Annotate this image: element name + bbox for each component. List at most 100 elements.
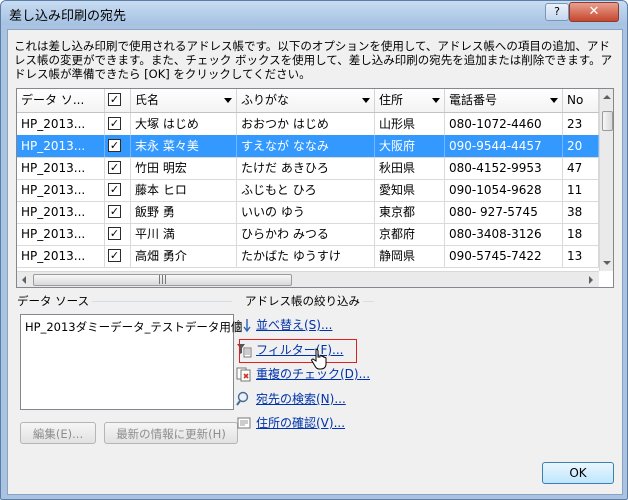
header-name[interactable]: 氏名 — [131, 89, 237, 112]
select-all-checkbox[interactable]: ✓ — [108, 93, 121, 106]
data-source-list[interactable]: HP_2013ダミーデータ_テストデータ用個 — [20, 314, 242, 410]
cell-address: 静岡県 — [375, 245, 445, 267]
edit-button[interactable]: 編集(E)... — [20, 422, 96, 444]
title-bar: 差し込み印刷の宛先 ? ✕ — [1, 1, 627, 25]
validate-address-link[interactable]: 住所の確認(V)... — [256, 413, 345, 433]
chevron-down-icon[interactable] — [224, 98, 232, 103]
sort-icon: A Z — [236, 319, 251, 333]
header-data-source[interactable]: データ ソ... — [17, 89, 105, 112]
recipients-grid[interactable]: データ ソ... ✓ 氏名 ふりがな 住所 電話番号 No HP_2013...… — [16, 88, 614, 288]
cell-name: 末永 菜々美 — [131, 135, 237, 157]
cell-no: 23 — [563, 113, 599, 135]
cell-furigana: おおつか はじめ — [237, 113, 375, 135]
cell-furigana: たけだ あきひろ — [237, 157, 375, 179]
header-phone[interactable]: 電話番号 — [445, 89, 563, 112]
recipient-checkbox[interactable]: ✓ — [108, 161, 121, 174]
refine-label: アドレス帳の絞り込み — [242, 293, 363, 309]
cell-address: 秋田県 — [375, 157, 445, 179]
cell-checkbox: ✓ — [105, 135, 131, 157]
help-button[interactable]: ? — [545, 3, 569, 21]
scroll-up-icon[interactable] — [603, 95, 611, 99]
find-recipient-link[interactable]: 宛先の検索(N)... — [256, 389, 346, 409]
sort-link[interactable]: 並べ替え(S)... — [256, 315, 332, 335]
recipient-checkbox[interactable]: ✓ — [108, 183, 121, 196]
highlight-box — [239, 339, 357, 363]
header-furigana[interactable]: ふりがな — [237, 89, 375, 112]
cell-phone: 090-9544-4457 — [445, 135, 563, 157]
cell-address: 東京都 — [375, 201, 445, 223]
cell-data-source: HP_2013... — [17, 245, 105, 267]
close-button[interactable]: ✕ — [569, 2, 619, 22]
cell-name: 飯野 勇 — [131, 201, 237, 223]
horizontal-scroll-thumb[interactable]: ||| — [33, 274, 292, 286]
validate-address-icon — [237, 417, 251, 429]
cell-data-source: HP_2013... — [17, 113, 105, 135]
cell-data-source: HP_2013... — [17, 201, 105, 223]
cell-address: 愛知県 — [375, 179, 445, 201]
table-row[interactable]: HP_2013... ✓ 竹田 明宏 たけだ あきひろ 秋田県 080-4152-9953… — [17, 157, 599, 180]
cell-phone: 090-1054-9628 — [445, 179, 563, 201]
cell-no: 11 — [563, 179, 599, 201]
cell-phone: 080- 927-5745 — [445, 201, 563, 223]
recipient-checkbox[interactable]: ✓ — [108, 117, 121, 130]
cell-phone: 080-3408-3126 — [445, 223, 563, 245]
cell-furigana: たかばた ゆうすけ — [237, 245, 375, 267]
vertical-scroll-thumb[interactable] — [602, 111, 613, 131]
cell-name: 平川 満 — [131, 223, 237, 245]
data-source-label: データ ソース — [14, 293, 93, 309]
cell-data-source: HP_2013... — [17, 135, 105, 157]
cell-checkbox: ✓ — [105, 223, 131, 245]
header-address[interactable]: 住所 — [375, 89, 445, 112]
cell-no: 47 — [563, 157, 599, 179]
table-row[interactable]: HP_2013... ✓ 末永 菜々美 すえなが ななみ 大阪府 090-9544-445… — [17, 135, 599, 158]
duplicates-icon — [236, 367, 251, 382]
cell-data-source: HP_2013... — [17, 157, 105, 179]
chevron-down-icon[interactable] — [550, 98, 558, 103]
chevron-down-icon[interactable] — [432, 98, 440, 103]
cell-name: 大塚 はじめ — [131, 113, 237, 135]
cell-no: 18 — [563, 223, 599, 245]
recipient-checkbox[interactable]: ✓ — [108, 139, 121, 152]
ok-button[interactable]: OK — [542, 462, 614, 484]
chevron-down-icon[interactable] — [362, 98, 370, 103]
recipient-checkbox[interactable]: ✓ — [108, 205, 121, 218]
cell-data-source: HP_2013... — [17, 223, 105, 245]
dialog-body: これは差し込み印刷で使用されるアドレス帳です。以下のオプションを使用して、アドレ… — [7, 29, 623, 495]
cell-checkbox: ✓ — [105, 179, 131, 201]
header-select-all[interactable]: ✓ — [105, 89, 131, 112]
intro-text: これは差し込み印刷で使用されるアドレス帳です。以下のオプションを使用して、アドレ… — [14, 39, 613, 81]
data-source-item[interactable]: HP_2013ダミーデータ_テストデータ用個 — [25, 319, 242, 335]
refresh-button[interactable]: 最新の情報に更新(H) — [104, 422, 238, 444]
svg-text:Z: Z — [236, 326, 241, 333]
table-row[interactable]: HP_2013... ✓ 藤本 ヒロ ふじもと ひろ 愛知県 090-1054-9628 1… — [17, 179, 599, 202]
scroll-left-icon[interactable] — [22, 276, 26, 284]
table-row[interactable]: HP_2013... ✓ 平川 満ひらかわ みつる 京都府 080-3408-3126 1… — [17, 223, 599, 246]
mail-merge-recipients-dialog: 差し込み印刷の宛先 ? ✕ これは差し込み印刷で使用されるアドレス帳です。以下の… — [0, 0, 628, 500]
header-no[interactable]: No — [563, 89, 599, 112]
table-row[interactable]: HP_2013... ✓ 高畑 勇介 たかばた ゆうすけ 静岡県 090-5745-742… — [17, 245, 599, 268]
scroll-right-icon[interactable] — [589, 276, 593, 284]
cell-name: 竹田 明宏 — [131, 157, 237, 179]
vertical-scrollbar[interactable] — [599, 89, 613, 271]
cell-name: 高畑 勇介 — [131, 245, 237, 267]
cell-phone: 080-4152-9953 — [445, 157, 563, 179]
cell-furigana: ひらかわ みつる — [237, 223, 375, 245]
cell-phone: 080-1072-4460 — [445, 113, 563, 135]
cell-checkbox: ✓ — [105, 113, 131, 135]
horizontal-scrollbar[interactable]: ||| — [17, 271, 599, 287]
table-row[interactable]: HP_2013... ✓ 飯野 勇いいの ゆう 東京都 080- 927-5745 38 — [17, 201, 599, 224]
cell-data-source: HP_2013... — [17, 179, 105, 201]
cell-address: 大阪府 — [375, 135, 445, 157]
cell-phone: 090-5745-7422 — [445, 245, 563, 267]
table-row[interactable]: HP_2013... ✓ 大塚 はじめ おおつか はじめ 山形県 080-1072-446… — [17, 113, 599, 136]
cell-no: 20 — [563, 135, 599, 157]
recipient-checkbox[interactable]: ✓ — [108, 227, 121, 240]
cell-checkbox: ✓ — [105, 201, 131, 223]
hand-cursor-icon — [311, 348, 327, 370]
grid-header: データ ソ... ✓ 氏名 ふりがな 住所 電話番号 No — [17, 89, 599, 113]
cell-no: 38 — [563, 201, 599, 223]
scroll-down-icon[interactable] — [603, 261, 611, 265]
recipient-checkbox[interactable]: ✓ — [108, 249, 121, 262]
dialog-title: 差し込み印刷の宛先 — [9, 9, 127, 24]
cell-address: 山形県 — [375, 113, 445, 135]
